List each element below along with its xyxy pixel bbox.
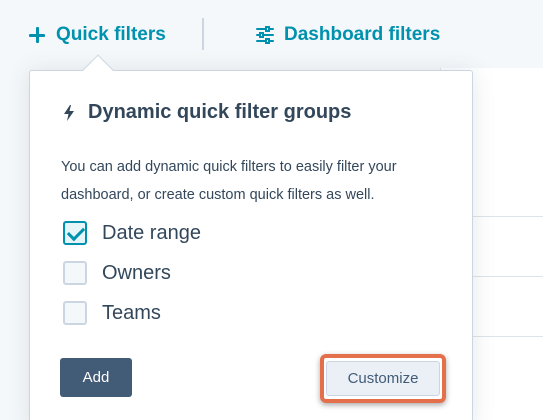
option-date-range[interactable]: Date range (63, 218, 201, 248)
dashboard-filters-label: Dashboard filters (284, 24, 441, 45)
add-button[interactable]: Add (60, 358, 132, 397)
customize-button[interactable]: Customize (326, 361, 440, 396)
checkbox-checked[interactable] (63, 221, 87, 245)
option-label: Teams (102, 301, 161, 324)
lightning-icon (64, 104, 74, 121)
option-label: Owners (102, 261, 171, 284)
checkbox-unchecked[interactable] (63, 301, 87, 325)
filter-bar: Quick filters Dashboard filters (0, 0, 543, 68)
background-link-fragment (486, 408, 516, 420)
popover-title-text: Dynamic quick filter groups (88, 101, 352, 123)
sliders-icon (256, 26, 274, 44)
popover-description: You can add dynamic quick filters to eas… (61, 159, 397, 203)
quick-filters-label: Quick filters (56, 24, 166, 45)
quick-filter-popover: Dynamic quick filter groups You can add … (29, 70, 473, 420)
divider (202, 18, 204, 50)
dashboard-filters-button[interactable]: Dashboard filters (256, 20, 440, 50)
quick-filters-button[interactable]: Quick filters (28, 20, 166, 50)
checkbox-unchecked[interactable] (63, 261, 87, 285)
option-teams[interactable]: Teams (63, 298, 161, 328)
popover-title: Dynamic quick filter groups (62, 101, 351, 124)
dashboard-page: Quick filters Dashboard filters Dynamic … (0, 0, 543, 420)
option-owners[interactable]: Owners (63, 258, 171, 288)
option-label: Date range (102, 221, 201, 244)
plus-icon (28, 26, 46, 44)
